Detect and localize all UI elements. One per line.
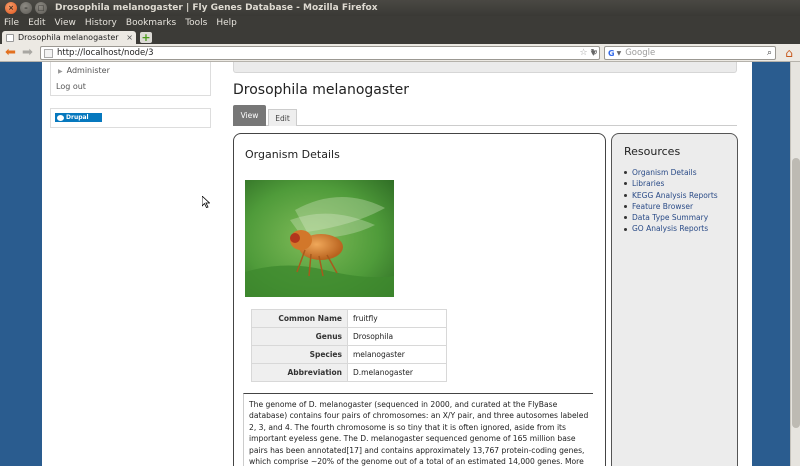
scrollbar-thumb[interactable]	[792, 158, 800, 428]
search-engine-dropdown-icon[interactable]: ▼	[617, 50, 622, 57]
table-key-common-name: Common Name	[251, 309, 348, 328]
tab-edit[interactable]: Edit	[268, 109, 297, 126]
table-row: Common Name fruitfly	[251, 309, 447, 328]
back-arrow-icon[interactable]: ⬅	[2, 45, 19, 61]
organism-info-table: Common Name fruitfly Genus Drosophila Sp…	[251, 309, 447, 382]
powered-by-box: Drupal	[50, 108, 211, 128]
bullet-icon	[624, 193, 627, 197]
drupal-badge-label: Drupal	[66, 114, 89, 121]
resource-link-label: Organism Details	[632, 168, 697, 177]
table-row: Genus Drosophila	[251, 327, 447, 346]
window-maximize-button[interactable]: □	[35, 2, 47, 14]
page-viewport: ▶ Administer Log out Drupal Drosophila me…	[0, 62, 790, 466]
menu-history[interactable]: History	[85, 18, 117, 28]
search-bar[interactable]: G ▼ Google ⌕	[604, 46, 776, 60]
forward-arrow-icon[interactable]: ➡	[19, 45, 36, 61]
resource-link-feature-browser[interactable]: Feature Browser	[624, 201, 718, 212]
resource-link-label: Libraries	[632, 179, 665, 189]
table-value-common-name: fruitfly	[347, 309, 447, 328]
sidebar-item-administer[interactable]: ▶ Administer	[58, 66, 110, 75]
resources-list: Organism Details Libraries KEGG Analysis…	[624, 167, 718, 235]
bullet-icon	[624, 227, 627, 231]
organism-details-panel: Organism Details Common Name fruitfly Ge…	[233, 133, 606, 466]
page-title: Drosophila melanogaster	[233, 82, 409, 98]
node-tabs: View Edit	[233, 105, 737, 126]
tab-strip: Drosophila melanogaster | Fly ... × +	[0, 30, 800, 44]
table-key-species: Species	[251, 345, 348, 364]
menu-file[interactable]: File	[4, 18, 19, 28]
sidebar-navigation: ▶ Administer Log out	[50, 62, 211, 96]
page-content: ▶ Administer Log out Drupal Drosophila me…	[42, 62, 752, 466]
page-scrollbar[interactable]	[790, 62, 800, 466]
resource-link-label: Feature Browser	[632, 201, 694, 211]
reload-icon[interactable]: ↻	[588, 46, 600, 60]
top-region-strip	[233, 62, 737, 73]
window-close-button[interactable]: ×	[5, 2, 17, 14]
collapsed-triangle-icon: ▶	[58, 68, 63, 75]
search-icon[interactable]: ⌕	[767, 48, 772, 58]
resource-link-label: GO Analysis Reports	[632, 224, 709, 234]
organism-description: The genome of D. melanogaster (sequenced…	[243, 393, 593, 466]
tab-close-icon[interactable]: ×	[126, 33, 136, 42]
browser-tab[interactable]: Drosophila melanogaster | Fly ... ×	[2, 31, 136, 44]
resources-panel: Resources Organism Details Libraries KEG…	[611, 133, 738, 466]
organism-details-heading: Organism Details	[245, 148, 340, 161]
navigation-bar: ⬅ ➡ http://localhost/node/3 ☆ ▼ ↻ G ▼ Go…	[0, 44, 800, 62]
resource-link-libraries[interactable]: Libraries	[624, 178, 718, 189]
table-value-abbreviation: D.melanogaster	[347, 363, 447, 382]
menu-tools[interactable]: Tools	[185, 18, 207, 28]
sidebar-item-logout[interactable]: Log out	[56, 82, 86, 91]
resource-link-label: Data Type Summary	[632, 213, 709, 223]
resources-heading: Resources	[624, 145, 681, 158]
bullet-icon	[624, 182, 627, 186]
search-engine-icon[interactable]: G	[608, 49, 615, 58]
browser-tab-label: Drosophila melanogaster | Fly ...	[18, 33, 122, 42]
window-titlebar: × – □ Drosophila melanogaster | Fly Gene…	[0, 0, 800, 16]
fruit-fly-photo	[245, 180, 394, 297]
bookmark-star-icon[interactable]: ☆	[580, 48, 588, 58]
table-row: Species melanogaster	[251, 345, 447, 364]
mouse-cursor-icon	[202, 196, 210, 208]
resource-link-data-type-summary[interactable]: Data Type Summary	[624, 212, 718, 223]
drupal-drop-icon	[57, 114, 64, 121]
table-row: Abbreviation D.melanogaster	[251, 363, 447, 382]
table-value-species: melanogaster	[347, 345, 447, 364]
menubar: File Edit View History Bookmarks Tools H…	[0, 16, 800, 30]
menu-edit[interactable]: Edit	[28, 18, 45, 28]
url-text[interactable]: http://localhost/node/3	[57, 48, 580, 58]
bullet-icon	[624, 216, 627, 220]
menu-bookmarks[interactable]: Bookmarks	[126, 18, 176, 28]
search-input[interactable]: Google	[625, 48, 767, 58]
page-favicon-icon	[6, 33, 14, 42]
window-minimize-button[interactable]: –	[20, 2, 32, 14]
table-key-abbreviation: Abbreviation	[251, 363, 348, 382]
menu-help[interactable]: Help	[216, 18, 237, 28]
url-bar[interactable]: http://localhost/node/3 ☆ ▼	[40, 46, 600, 60]
resource-link-label: KEGG Analysis Reports	[632, 190, 718, 200]
bullet-icon	[624, 205, 627, 209]
drupal-badge[interactable]: Drupal	[55, 113, 102, 122]
table-key-genus: Genus	[251, 327, 348, 346]
new-tab-button[interactable]: +	[140, 32, 152, 43]
tab-view[interactable]: View	[233, 105, 266, 126]
home-icon[interactable]: ⌂	[781, 45, 797, 61]
url-favicon-icon	[44, 48, 53, 58]
resource-link-go-analysis[interactable]: GO Analysis Reports	[624, 223, 718, 234]
window-title: Drosophila melanogaster | Fly Genes Data…	[55, 3, 378, 13]
menu-view[interactable]: View	[55, 18, 76, 28]
bullet-icon	[624, 171, 627, 175]
resource-link-kegg[interactable]: KEGG Analysis Reports	[624, 190, 718, 201]
resource-link-organism-details[interactable]: Organism Details	[624, 167, 718, 178]
table-value-genus: Drosophila	[347, 327, 447, 346]
sidebar-item-label: Administer	[66, 66, 110, 75]
